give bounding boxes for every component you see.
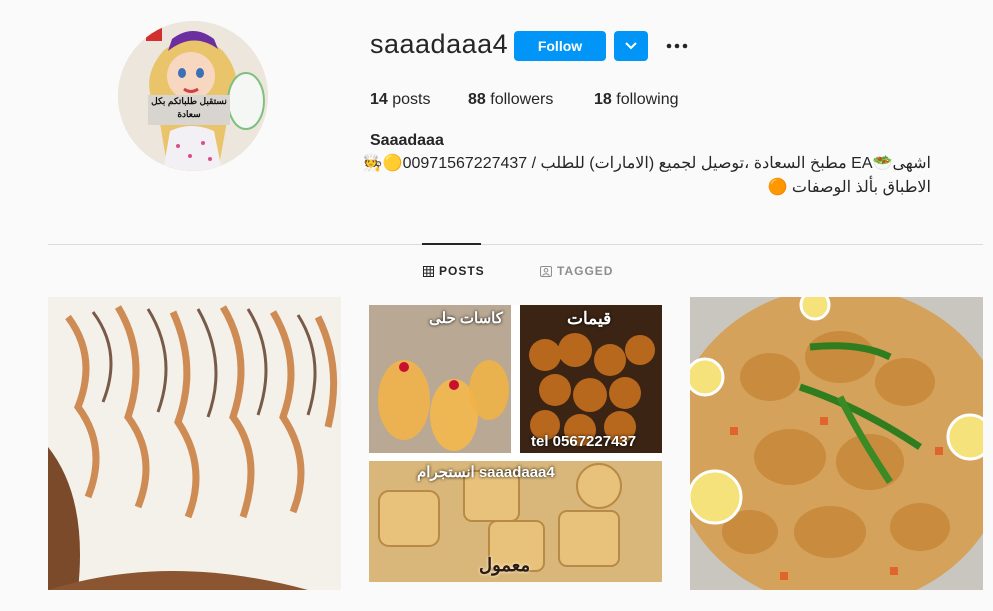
suggested-accounts-button[interactable] xyxy=(614,31,648,61)
post-2[interactable]: كاسات حلى قيمات tel 0567227437 saaadaaa4… xyxy=(369,305,662,582)
tab-tagged[interactable]: TAGGED xyxy=(540,264,613,278)
bio-line-2: الاطباق بألذ الوصفات 🟠 xyxy=(767,179,931,196)
bio-line-1: اشهى🥗EA مطبخ السعادة ،توصيل لجميع (الاما… xyxy=(362,155,931,172)
grid-icon xyxy=(423,265,434,277)
followers-count-value: 88 xyxy=(468,91,486,108)
more-options-button[interactable] xyxy=(664,36,692,56)
tab-posts-label: POSTS xyxy=(439,264,485,278)
post-1-image xyxy=(48,297,341,590)
chevron-down-icon xyxy=(625,42,637,50)
following-count-value: 18 xyxy=(594,91,612,108)
tab-posts[interactable]: POSTS xyxy=(423,264,485,278)
followers-count-label: followers xyxy=(490,91,554,108)
posts-count: 14 posts xyxy=(370,91,431,109)
profile-username: saaadaaa4 xyxy=(370,29,509,59)
post-2-tile2-text: قيمات xyxy=(567,309,612,328)
more-icon xyxy=(666,43,688,49)
post-2-tile3-top: saaadaaa4 انستجرام xyxy=(417,464,555,481)
active-tab-indicator xyxy=(422,243,481,245)
tabs-divider xyxy=(48,244,983,245)
followers-count[interactable]: 88 followers xyxy=(468,91,553,109)
tab-tagged-label: TAGGED xyxy=(557,264,614,278)
following-count-label: following xyxy=(616,91,679,108)
post-3-image xyxy=(690,297,983,590)
follow-button[interactable]: Follow xyxy=(514,31,606,61)
profile-avatar[interactable]: نستقبل طلباتكم بكل سعادة xyxy=(118,21,268,171)
tag-icon xyxy=(540,265,552,277)
following-count[interactable]: 18 following xyxy=(594,91,679,109)
post-1[interactable] xyxy=(48,297,341,590)
posts-count-label: posts xyxy=(392,91,431,108)
post-2-tile-cups xyxy=(369,305,511,453)
avatar-caption: نستقبل طلباتكم بكل سعادة xyxy=(148,95,230,125)
posts-count-value: 14 xyxy=(370,91,388,108)
post-3[interactable] xyxy=(690,297,983,590)
post-2-tile3-bottom: معمول xyxy=(479,555,531,575)
post-2-phone: tel 0567227437 xyxy=(531,433,637,450)
profile-display-name: Saaadaaa xyxy=(370,132,444,149)
post-2-tile1-text: كاسات حلى xyxy=(429,310,503,327)
